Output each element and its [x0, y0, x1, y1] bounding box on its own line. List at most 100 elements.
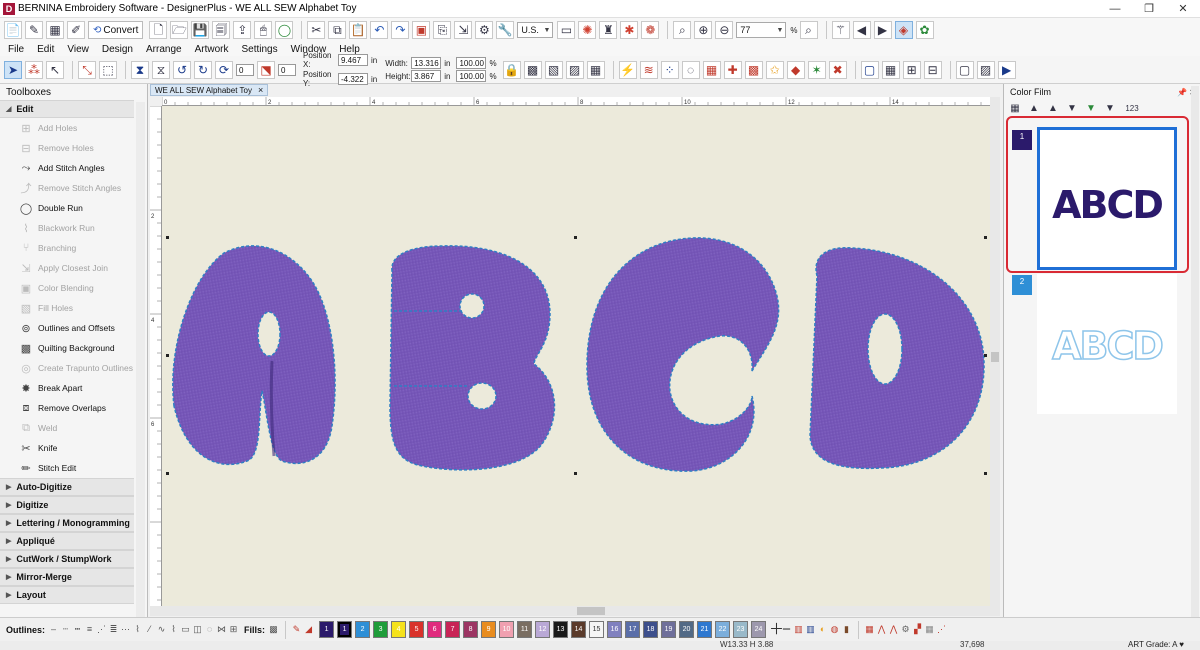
- print-preview-icon[interactable]: 🗐: [212, 21, 231, 39]
- thread-chip-4[interactable]: 4: [391, 621, 407, 638]
- film-scrollbar[interactable]: [1191, 86, 1199, 617]
- fill-style-icon[interactable]: ▩: [268, 623, 279, 636]
- document-tab[interactable]: WE ALL SEW Alphabet Toy ×: [150, 84, 269, 96]
- menu-settings[interactable]: Settings: [241, 44, 277, 55]
- thread-chip-15[interactable]: 15: [589, 621, 605, 638]
- save-icon[interactable]: 💾: [191, 21, 210, 39]
- thread-chip-20[interactable]: 20: [679, 621, 695, 638]
- outline-style-16-icon[interactable]: ⊞: [228, 623, 239, 636]
- new-file-icon[interactable]: 🗋: [149, 21, 168, 39]
- stitch-type-2-icon[interactable]: ▧: [544, 60, 563, 79]
- pinwheel-icon[interactable]: ✱: [620, 21, 639, 39]
- import-graphic-icon[interactable]: ▣: [412, 21, 431, 39]
- flower-icon[interactable]: ❁: [641, 21, 660, 39]
- reshape-icon[interactable]: ↖: [46, 60, 64, 79]
- tool-remove-overlaps[interactable]: ⧈ Remove Overlaps: [0, 398, 134, 418]
- zoom-input[interactable]: 77 ▼: [736, 22, 787, 38]
- width-input[interactable]: 13.316: [411, 57, 442, 69]
- redo-icon[interactable]: ↷: [391, 21, 410, 39]
- menu-file[interactable]: File: [8, 44, 24, 55]
- move-down-icon[interactable]: ▼: [1065, 102, 1079, 116]
- pattern-fill-icon[interactable]: ▦: [702, 60, 721, 79]
- open-file-icon[interactable]: 🗁: [170, 21, 189, 39]
- color-select-icon[interactable]: ◈: [894, 21, 913, 39]
- spool-icon[interactable]: ▮: [841, 623, 852, 636]
- outline-style-14-icon[interactable]: ◌: [204, 623, 215, 636]
- mouse-icon[interactable]: 🖱: [254, 21, 273, 39]
- menu-design[interactable]: Design: [102, 44, 133, 55]
- stitch-type-4-icon[interactable]: ▦: [586, 60, 605, 79]
- outline-style-6-icon[interactable]: ≣: [108, 623, 119, 636]
- scale-width-input[interactable]: 100.00: [456, 57, 487, 69]
- section-layout[interactable]: ▶ Layout: [0, 586, 134, 604]
- prev-icon[interactable]: ◀: [852, 21, 871, 39]
- outline-style-2-icon[interactable]: ┄: [60, 623, 71, 636]
- color-palette-icon[interactable]: ✿: [915, 21, 934, 39]
- outline-style-5-icon[interactable]: ⋰: [96, 623, 107, 636]
- section-lettering-monogramming[interactable]: ▶ Lettering / Monogramming: [0, 514, 134, 532]
- tool-double-run[interactable]: ◯ Double Run: [0, 198, 134, 218]
- sidebar-scrollbar[interactable]: [136, 102, 145, 620]
- rotate-right-45-icon[interactable]: ↻: [194, 60, 212, 79]
- outline-style-8-icon[interactable]: ⌇: [132, 623, 143, 636]
- convert-button[interactable]: ⟲ Convert: [88, 21, 144, 39]
- tool-break-apart[interactable]: ✸ Break Apart: [0, 378, 134, 398]
- artwork-canvas-icon[interactable]: ✐: [67, 21, 85, 39]
- letter-a[interactable]: [172, 245, 336, 466]
- import-embroidery-icon[interactable]: ⎘: [433, 21, 452, 39]
- tool-stitch-edit[interactable]: ✏ Stitch Edit: [0, 458, 134, 478]
- color-wheel-btn-icon[interactable]: ◐: [817, 623, 828, 636]
- color-chart-icon[interactable]: ▥: [793, 623, 804, 636]
- thread-chip-21[interactable]: 21: [697, 621, 713, 638]
- zoom-out-icon[interactable]: ⊖: [715, 21, 734, 39]
- skew-angle-input[interactable]: 0: [278, 63, 296, 76]
- color-blend-icon[interactable]: ✶: [807, 60, 826, 79]
- outline-icon[interactable]: ◌: [681, 60, 700, 79]
- outline-style-12-icon[interactable]: ▭: [180, 623, 191, 636]
- select-points-icon[interactable]: ⁂: [25, 60, 43, 79]
- thread-chip-18[interactable]: 18: [643, 621, 659, 638]
- rotate-left-45-icon[interactable]: ↺: [173, 60, 191, 79]
- pos-y-input[interactable]: -4.322: [338, 73, 368, 85]
- skew-icon[interactable]: ⬔: [257, 60, 275, 79]
- letter-b[interactable]: [389, 245, 556, 471]
- move-up-icon[interactable]: ▲: [1046, 102, 1060, 116]
- grid-fill-icon[interactable]: ▩: [744, 60, 763, 79]
- pos-x-input[interactable]: 9.467: [338, 54, 368, 66]
- lock-proportions-icon[interactable]: 🔒: [502, 60, 521, 79]
- open-icon[interactable]: ✎: [25, 21, 43, 39]
- hoop-settings-icon[interactable]: ⋀: [888, 623, 899, 636]
- move-top-icon[interactable]: ▲: [1027, 102, 1041, 116]
- tool-knife[interactable]: ✂ Knife: [0, 438, 134, 458]
- thread-chip-2[interactable]: 2: [355, 621, 371, 638]
- redwork-icon[interactable]: ◍: [829, 623, 840, 636]
- cut-icon[interactable]: ✂: [307, 21, 326, 39]
- thread-chip-3[interactable]: 3: [373, 621, 389, 638]
- grid-alt-icon[interactable]: ⊞: [902, 60, 921, 79]
- copy-icon[interactable]: ⧉: [328, 21, 347, 39]
- more-icon[interactable]: ⋰: [936, 623, 947, 636]
- thread-chip-19[interactable]: 19: [661, 621, 677, 638]
- thread-chip-8[interactable]: 8: [463, 621, 479, 638]
- tool-outlines-and-offsets[interactable]: ⊚ Outlines and Offsets: [0, 318, 134, 338]
- menu-arrange[interactable]: Arrange: [146, 44, 182, 55]
- thread-chip-9[interactable]: 9: [481, 621, 497, 638]
- undo-icon[interactable]: ↶: [370, 21, 389, 39]
- menu-view[interactable]: View: [67, 44, 89, 55]
- thread-chip-16[interactable]: 16: [607, 621, 623, 638]
- scale-height-input[interactable]: 100.00: [456, 70, 487, 82]
- zoom-box-icon[interactable]: ⌕: [673, 21, 692, 39]
- stitch-type-1-icon[interactable]: ▩: [523, 60, 542, 79]
- design-properties-icon[interactable]: ⚙: [475, 21, 494, 39]
- mirror-vertical-icon[interactable]: ⧖: [152, 60, 170, 79]
- shapes-icon[interactable]: ◆: [786, 60, 805, 79]
- outline-style-7-icon[interactable]: ⋯: [120, 623, 131, 636]
- canvas-hscrollbar[interactable]: [150, 606, 1000, 616]
- magnify-icon[interactable]: ⌕: [799, 21, 818, 39]
- thread-chip-23[interactable]: 23: [733, 621, 749, 638]
- slideshow-icon[interactable]: ▭: [557, 21, 576, 39]
- film-grid-icon[interactable]: ▦: [1008, 102, 1022, 116]
- thread-chip-7[interactable]: 7: [445, 621, 461, 638]
- thread-chip-10[interactable]: 10: [499, 621, 515, 638]
- grid-icon[interactable]: ▦: [881, 60, 900, 79]
